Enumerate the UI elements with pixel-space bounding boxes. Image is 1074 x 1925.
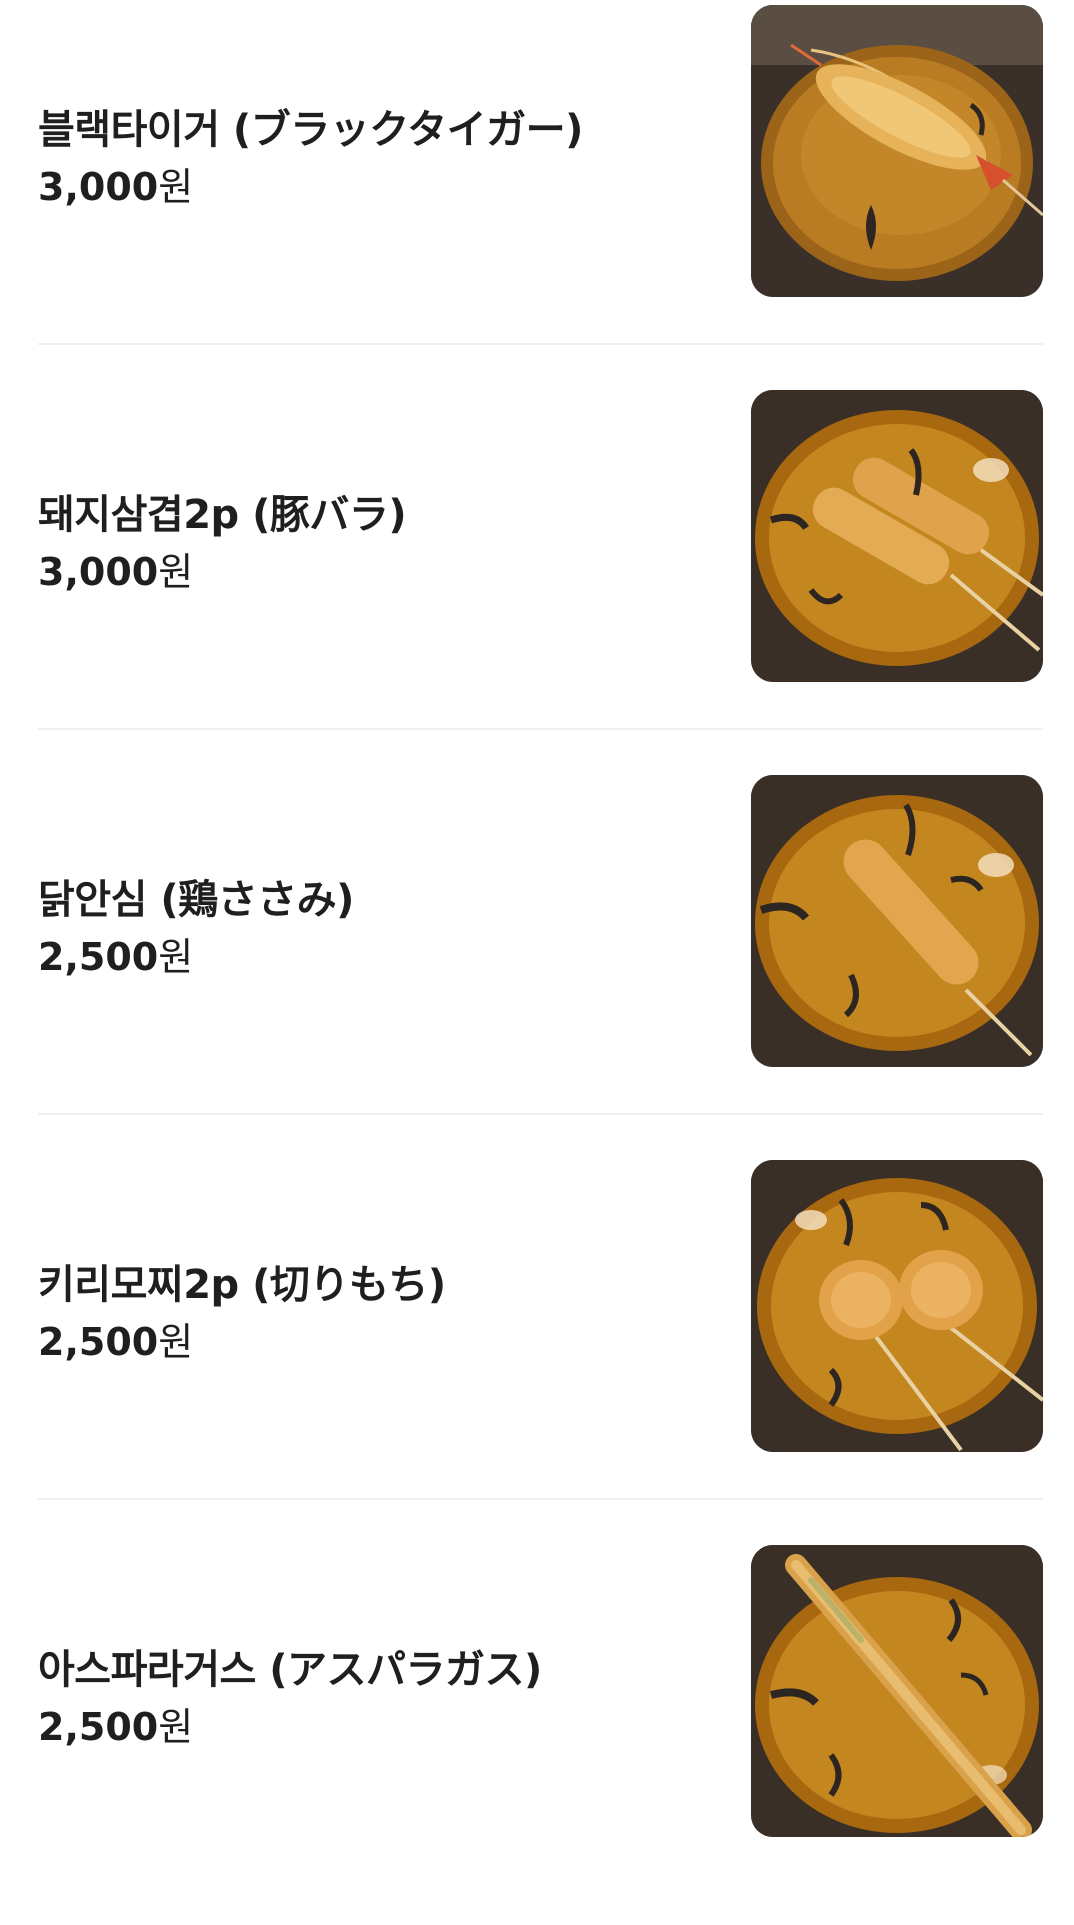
kirimochi-skewers-photo[interactable] (751, 1160, 1043, 1452)
menu-item-price: 2,500원 (38, 1705, 194, 1749)
menu-list: 블랙타이거 (ブラックタイガー) 3,000원 돼지삼겹2p (豚バラ) 3,0… (0, 0, 1074, 1850)
divider (38, 1498, 1043, 1500)
menu-item-chicken-tender[interactable]: 닭안심 (鶏ささみ) 2,500원 (0, 770, 1074, 1155)
asparagus-skewer-photo[interactable] (751, 1545, 1043, 1837)
divider (38, 728, 1043, 730)
menu-item-name: 키리모찌2p (切りもち) (38, 1262, 446, 1308)
menu-item-black-tiger[interactable]: 블랙타이거 (ブラックタイガー) 3,000원 (0, 0, 1074, 385)
menu-item-pork-belly[interactable]: 돼지삼겹2p (豚バラ) 3,000원 (0, 385, 1074, 770)
black-tiger-shrimp-photo[interactable] (751, 5, 1043, 297)
menu-item-name: 돼지삼겹2p (豚バラ) (38, 492, 407, 538)
menu-item-price: 3,000원 (38, 550, 194, 594)
menu-item-price: 3,000원 (38, 165, 194, 209)
chicken-tender-skewer-photo[interactable] (751, 775, 1043, 1067)
menu-item-kirimochi[interactable]: 키리모찌2p (切りもち) 2,500원 (0, 1155, 1074, 1540)
menu-item-asparagus[interactable]: 아스파라거스 (アスパラガス) 2,500원 (0, 1540, 1074, 1925)
divider (38, 1113, 1043, 1115)
menu-item-price: 2,500원 (38, 1320, 194, 1364)
menu-item-price: 2,500원 (38, 935, 194, 979)
divider (38, 343, 1043, 345)
menu-item-name: 블랙타이거 (ブラックタイガー) (38, 107, 583, 153)
menu-item-name: 닭안심 (鶏ささみ) (38, 877, 354, 923)
pork-belly-skewers-photo[interactable] (751, 390, 1043, 682)
menu-item-name: 아스파라거스 (アスパラガス) (38, 1647, 542, 1693)
